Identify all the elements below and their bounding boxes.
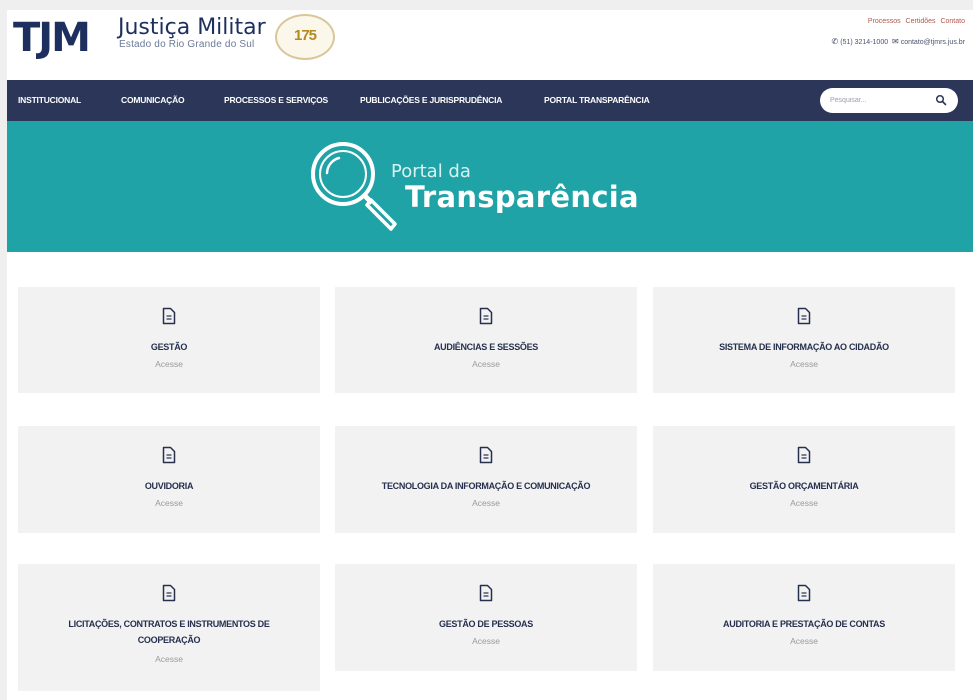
top-links: Processos Certidões Contato xyxy=(865,18,965,25)
nav-item-processos-servicos[interactable]: PROCESSOS E SERVIÇOS xyxy=(224,80,328,121)
nav-item-comunicacao[interactable]: COMUNICAÇÃO xyxy=(121,80,185,121)
anniversary-seal: 175 xyxy=(275,14,335,60)
card-title: LICITAÇÕES, CONTRATOS E INSTRUMENTOS DE … xyxy=(68,619,270,645)
banner-subtitle: Portal da xyxy=(391,161,471,182)
card-link-acesse[interactable]: Acesse xyxy=(653,359,955,369)
card-link-acesse[interactable]: Acesse xyxy=(18,654,320,664)
contact-info: ✆ (51) 3214-1000 ✉ contato@tjmrs.jus.br xyxy=(832,37,965,46)
phone-icon: ✆ xyxy=(831,37,839,46)
site-header: TJM Justiça Militar Estado do Rio Grande… xyxy=(7,10,973,80)
tjm-logo[interactable]: TJM xyxy=(13,18,91,58)
search-icon[interactable] xyxy=(935,94,947,106)
document-icon xyxy=(162,584,176,602)
org-name: Justiça Militar xyxy=(118,15,266,40)
top-link-contato[interactable]: Contato xyxy=(940,18,965,25)
magnifier-icon xyxy=(311,142,397,231)
phone-number: (51) 3214-1000 xyxy=(840,39,889,46)
card-link-acesse[interactable]: Acesse xyxy=(653,498,955,508)
mail-icon: ✉ xyxy=(892,37,899,46)
card-auditoria-prestacao[interactable]: AUDITORIA E PRESTAÇÃO DE CONTAS Acesse xyxy=(653,564,955,671)
nav-item-institucional[interactable]: INSTITUCIONAL xyxy=(18,80,81,121)
card-gestao-pessoas[interactable]: GESTÃO DE PESSOAS Acesse xyxy=(335,564,637,671)
card-audiencias-sessoes[interactable]: AUDIÊNCIAS E SESSÕES Acesse xyxy=(335,287,637,393)
document-icon xyxy=(162,307,176,325)
card-link-acesse[interactable]: Acesse xyxy=(18,359,320,369)
card-ouvidoria[interactable]: OUVIDORIA Acesse xyxy=(18,426,320,533)
top-link-processos[interactable]: Processos xyxy=(868,18,901,25)
card-link-acesse[interactable]: Acesse xyxy=(653,636,955,646)
card-title: AUDITORIA E PRESTAÇÃO DE CONTAS xyxy=(723,619,885,629)
search-box xyxy=(820,88,958,113)
search-input[interactable] xyxy=(830,94,930,107)
main-nav: INSTITUCIONAL COMUNICAÇÃO PROCESSOS E SE… xyxy=(7,80,973,121)
card-link-acesse[interactable]: Acesse xyxy=(335,359,637,369)
card-gestao-orcamentaria[interactable]: GESTÃO ORÇAMENTÁRIA Acesse xyxy=(653,426,955,533)
card-sistema-informacao[interactable]: SISTEMA DE INFORMAÇÃO AO CIDADÃO Acesse xyxy=(653,287,955,393)
nav-item-portal-transparencia[interactable]: PORTAL TRANSPARÊNCIA xyxy=(544,80,650,121)
document-icon xyxy=(797,307,811,325)
document-icon xyxy=(479,307,493,325)
card-title: OUVIDORIA xyxy=(144,481,194,491)
card-link-acesse[interactable]: Acesse xyxy=(18,498,320,508)
top-link-certidoes[interactable]: Certidões xyxy=(906,18,936,25)
card-link-acesse[interactable]: Acesse xyxy=(335,498,637,508)
document-icon xyxy=(162,446,176,464)
email-link[interactable]: contato@tjmrs.jus.br xyxy=(901,39,965,46)
card-link-acesse[interactable]: Acesse xyxy=(335,636,637,646)
page: TJM Justiça Militar Estado do Rio Grande… xyxy=(7,10,973,700)
card-licitacoes-contratos[interactable]: LICITAÇÕES, CONTRATOS E INSTRUMENTOS DE … xyxy=(18,564,320,691)
card-gestao[interactable]: GESTÃO Acesse xyxy=(18,287,320,393)
document-icon xyxy=(797,446,811,464)
document-icon xyxy=(479,446,493,464)
card-title: GESTÃO DE PESSOAS xyxy=(439,619,533,629)
card-title: GESTÃO xyxy=(150,342,188,352)
org-subtitle: Estado do Rio Grande do Sul xyxy=(119,39,255,50)
banner-title: Transparência xyxy=(405,180,639,214)
transparency-banner: Portal da Transparência xyxy=(7,121,973,252)
card-tecnologia-informacao[interactable]: TECNOLOGIA DA INFORMAÇÃO E COMUNICAÇÃO A… xyxy=(335,426,637,533)
document-icon xyxy=(479,584,493,602)
nav-item-publicacoes[interactable]: PUBLICAÇÕES E JURISPRUDÊNCIA xyxy=(360,80,502,121)
document-icon xyxy=(797,584,811,602)
card-title: GESTÃO ORÇAMENTÁRIA xyxy=(749,481,859,491)
card-title: SISTEMA DE INFORMAÇÃO AO CIDADÃO xyxy=(719,342,889,352)
seal-number: 175 xyxy=(293,27,317,44)
card-title: AUDIÊNCIAS E SESSÕES xyxy=(433,342,539,352)
card-title: TECNOLOGIA DA INFORMAÇÃO E COMUNICAÇÃO xyxy=(381,481,591,491)
